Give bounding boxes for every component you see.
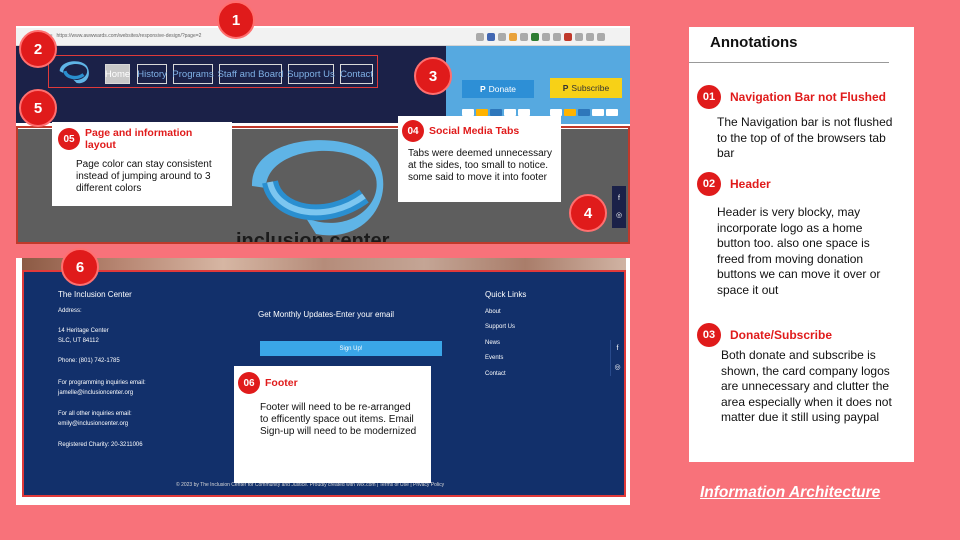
card-logo-icon: [606, 109, 618, 116]
card-logo-icon: [476, 109, 488, 116]
slide-caption: Information Architecture: [700, 484, 881, 501]
annotation-heading-03: 03 Donate/Subscribe: [697, 323, 832, 347]
card-logo-icon: [490, 109, 502, 116]
url-text[interactable]: ecurehttps://www.awwwards.com/websites/r…: [40, 33, 201, 39]
callout-badge-6: 6: [61, 248, 99, 286]
annotation-number: 04: [402, 120, 424, 142]
annotation-heading-02: 02 Header: [697, 172, 771, 196]
callout-badge-4: 4: [569, 194, 607, 232]
annotation-title: Social Media Tabs: [429, 125, 520, 137]
card-logo-icon: [518, 109, 530, 116]
annotation-title: Header: [730, 177, 771, 191]
divider: [689, 62, 889, 63]
extension-icon[interactable]: [542, 33, 550, 41]
browser-extension-icons: [476, 33, 605, 41]
nav-item-home[interactable]: Home: [105, 64, 130, 84]
nav-item-staff-and-board[interactable]: Staff and Board: [218, 64, 283, 84]
extension-icon[interactable]: [531, 33, 539, 41]
card-logos-subscribe: [550, 109, 618, 116]
callout-badge-2: 2: [19, 30, 57, 68]
annotation-heading-01: 01 Navigation Bar not Flushed: [697, 85, 886, 109]
annotation-card-social: 04 Social Media Tabs Tabs were deemed un…: [398, 116, 561, 202]
donate-button[interactable]: P Donate: [462, 80, 534, 98]
annotation-title: Navigation Bar not Flushed: [730, 90, 887, 104]
browser-address-bar[interactable]: ecurehttps://www.awwwards.com/websites/r…: [16, 28, 630, 46]
card-logo-icon: [592, 109, 604, 116]
extension-icon[interactable]: [476, 33, 484, 41]
inclusion-logo-icon[interactable]: [58, 59, 92, 85]
nav-item-support-us[interactable]: Support Us: [287, 64, 335, 84]
annotation-card-footer: 06 Footer Footer will need to be re-arra…: [234, 366, 431, 483]
annotation-number: 05: [58, 128, 80, 150]
annotation-number: 01: [697, 85, 721, 109]
annotation-title: Page and information layout: [85, 127, 193, 151]
extension-icon[interactable]: [498, 33, 506, 41]
extension-icon[interactable]: [520, 33, 528, 41]
nav-item-contact[interactable]: Contact: [340, 64, 373, 84]
extension-icon[interactable]: [564, 33, 572, 41]
annotation-card-layout: 05 Page and information layout Page colo…: [52, 122, 232, 206]
nav-item-programs[interactable]: Programs: [172, 64, 214, 84]
annotation-title: Donate/Subscribe: [730, 328, 833, 342]
card-logo-icon: [462, 109, 474, 116]
paypal-icon: P: [479, 84, 486, 94]
social-media-tabs: f ◎: [612, 186, 626, 228]
annotation-number: 06: [238, 372, 260, 394]
extension-icon[interactable]: [553, 33, 561, 41]
extension-icon[interactable]: [575, 33, 583, 41]
extension-icon[interactable]: [597, 33, 605, 41]
card-logo-icon: [578, 109, 590, 116]
annotation-body: Both donate and subscribe is shown, the …: [721, 348, 892, 425]
extension-icon[interactable]: [487, 33, 495, 41]
card-logos-donate: [462, 109, 530, 116]
annotation-body: Footer will need to be re-arranged to ef…: [260, 402, 417, 437]
extension-icon[interactable]: [586, 33, 594, 41]
annotation-body: Tabs were deemed unnecessary at the side…: [408, 148, 552, 183]
annotation-body: Header is very blocky, may incorporate l…: [717, 205, 881, 297]
extension-icon[interactable]: [509, 33, 517, 41]
annotation-number: 03: [697, 323, 721, 347]
card-logo-icon: [550, 109, 562, 116]
callout-badge-3: 3: [414, 57, 452, 95]
instagram-icon[interactable]: ◎: [616, 211, 622, 219]
callout-badge-5: 5: [19, 89, 57, 127]
paypal-icon: P: [562, 83, 569, 93]
nav-item-history[interactable]: History: [137, 64, 167, 84]
subscribe-button[interactable]: P Subscribe: [550, 78, 622, 98]
annotations-panel: Annotations 01 Navigation Bar not Flushe…: [689, 27, 914, 462]
annotation-body: The Navigation bar is not flushed to the…: [717, 115, 893, 161]
card-logo-icon: [504, 109, 516, 116]
annotation-title: Footer: [265, 377, 298, 389]
card-logo-icon: [564, 109, 576, 116]
annotations-title: Annotations: [710, 34, 798, 51]
annotation-body: Page color can stay consistent instead o…: [76, 159, 212, 194]
facebook-icon[interactable]: f: [618, 195, 620, 202]
callout-badge-1: 1: [217, 1, 255, 39]
annotation-number: 02: [697, 172, 721, 196]
